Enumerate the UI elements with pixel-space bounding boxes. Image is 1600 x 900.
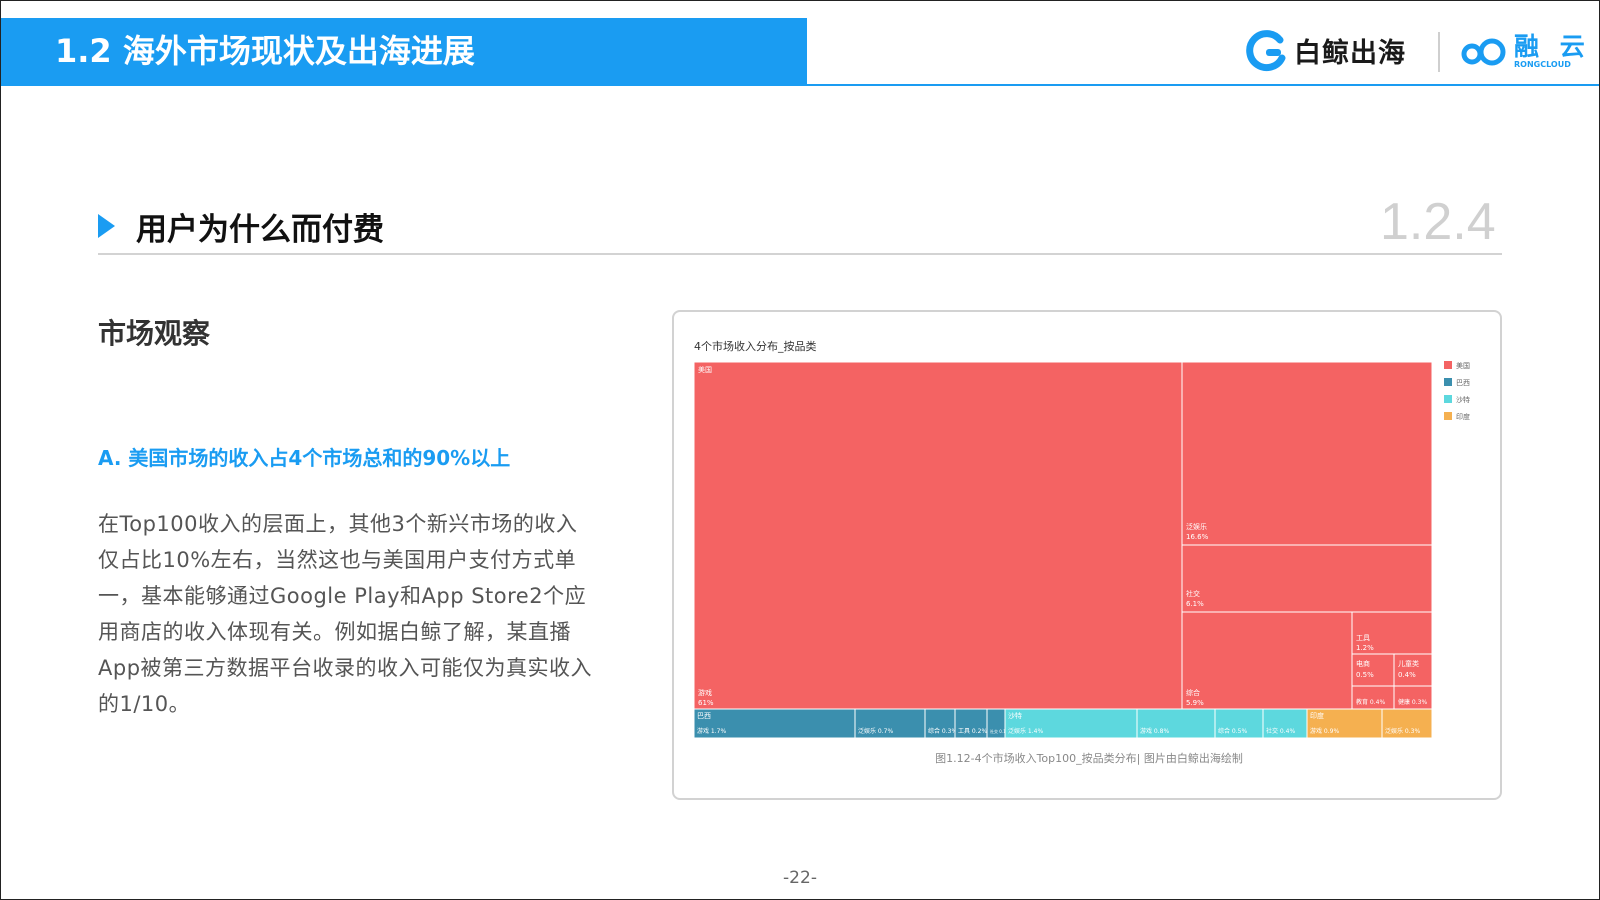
treemap-cell-label-us-health: 健康 0.3% xyxy=(1398,698,1427,706)
section-number: 1.2.4 xyxy=(1380,193,1496,251)
header-rule xyxy=(1,84,1599,86)
treemap-cell-label-brazil-2: 综合 0.3% xyxy=(928,727,957,735)
section-rule xyxy=(98,253,1502,255)
treemap-cell-us-social xyxy=(1181,544,1433,613)
treemap-cell-label-saudi-2: 综合 0.5% xyxy=(1218,727,1247,735)
treemap-cell-label-us-tools: 工具 xyxy=(1356,634,1370,642)
content-heading: 市场观察 xyxy=(98,317,211,350)
treemap-chart: 4个市场收入分布_按品类美国游戏 61% 泛娱乐 16.6% 社交 6.1% 综合 5.9% 工… xyxy=(693,339,1470,765)
treemap-value-us-entertainment: 16.6% xyxy=(1186,533,1209,541)
section-title: 用户为什么而付费 xyxy=(136,212,384,248)
chart-card: 4个市场收入分布_按品类美国游戏 61% 泛娱乐 16.6% 社交 6.1% 综合 5.9% 工… xyxy=(672,310,1502,800)
page-number: -22- xyxy=(783,868,817,888)
content-paragraph: 在Top100收入的层面上，其他3个新兴市场的收入仅占比10%左右，当然这也与美… xyxy=(98,512,593,716)
legend-swatch-2 xyxy=(1444,395,1452,403)
chart-title: 4个市场收入分布_按品类 xyxy=(694,339,817,353)
treemap-value-us-mixed: 5.9% xyxy=(1186,699,1204,707)
treemap-cell-label-saudi-0: 泛娱乐 1.4% xyxy=(1008,727,1043,735)
header-title: 1.2 海外市场现状及出海进展 xyxy=(55,32,475,70)
treemap-cell-label-us-education: 教育 0.4% xyxy=(1356,698,1385,706)
treemap-cell-us-mixed xyxy=(1181,611,1353,710)
treemap-value-us-tools: 1.2% xyxy=(1356,644,1374,652)
treemap-cell-label-us-kids: 儿童类 xyxy=(1398,659,1419,668)
baijing-logo-text: 白鲸出海 xyxy=(1294,37,1406,69)
treemap-market-label-us: 美国 xyxy=(698,365,712,374)
treemap-cell-label-us-social: 社交 xyxy=(1186,589,1200,598)
treemap-market-label-saudi: 沙特 xyxy=(1008,711,1022,720)
treemap-cell-us-game xyxy=(693,361,1183,710)
legend-label-3: 印度 xyxy=(1456,412,1470,421)
treemap-cell-label-saudi-1: 游戏 0.8% xyxy=(1140,727,1169,735)
treemap-cell-label-saudi-3: 社交 0.4% xyxy=(1266,727,1295,735)
treemap-cell-label-us-ecommerce: 电商 xyxy=(1356,659,1370,668)
treemap-cell-label-us-entertainment: 泛娱乐 xyxy=(1186,522,1207,531)
treemap-cell-us-kids xyxy=(1393,653,1433,687)
baijing-logo: 白鲸出海 xyxy=(1244,28,1406,72)
treemap-cell-label-us-mixed: 综合 xyxy=(1186,688,1200,697)
treemap-cell-us-ecommerce xyxy=(1351,653,1395,687)
baijing-logo-icon xyxy=(1246,30,1286,72)
chart-caption: 图1.12-4个市场收入Top100_按品类分布| 图片由白鲸出海绘制 xyxy=(935,751,1243,765)
treemap-cell-label-india-0: 游戏 0.9% xyxy=(1310,727,1339,735)
treemap-value-us-game: 61% xyxy=(698,699,714,707)
section-marker-icon xyxy=(98,214,115,238)
treemap-value-us-social: 6.1% xyxy=(1186,600,1204,608)
treemap-cell-label-brazil-0: 游戏 1.7% xyxy=(697,727,726,735)
content-subheading: A. 美国市场的收入占4个市场总和的90%以上 xyxy=(98,446,511,470)
treemap-cell-label-brazil-1: 泛娱乐 0.7% xyxy=(858,727,893,735)
legend-label-2: 沙特 xyxy=(1456,395,1470,404)
treemap-market-label-india: 印度 xyxy=(1310,711,1324,720)
legend-label-1: 巴西 xyxy=(1456,379,1470,387)
treemap-cell-label-india-1: 泛娱乐 0.3% xyxy=(1385,727,1420,735)
treemap-value-us-kids: 0.4% xyxy=(1398,671,1416,679)
legend-swatch-1 xyxy=(1444,378,1452,386)
legend-label-0: 美国 xyxy=(1456,361,1470,370)
treemap-market-label-brazil: 巴西 xyxy=(697,712,711,720)
legend-swatch-0 xyxy=(1444,361,1452,369)
treemap-value-us-ecommerce: 0.5% xyxy=(1356,671,1374,679)
rongcloud-logo: 融 云 RONGCLOUD xyxy=(1460,30,1591,74)
rongcloud-logo-subtext: RONGCLOUD xyxy=(1514,60,1571,69)
legend-swatch-3 xyxy=(1444,412,1452,420)
rongcloud-logo-icon xyxy=(1461,38,1506,66)
rongcloud-logo-text: 融 云 xyxy=(1514,32,1591,61)
treemap-cell-label-brazil-3: 工具 0.2% xyxy=(958,728,987,735)
treemap-cell-label-us-game: 游戏 xyxy=(698,688,712,697)
logo-divider xyxy=(1438,32,1440,72)
treemap-cell-us-entertainment xyxy=(1181,361,1433,546)
